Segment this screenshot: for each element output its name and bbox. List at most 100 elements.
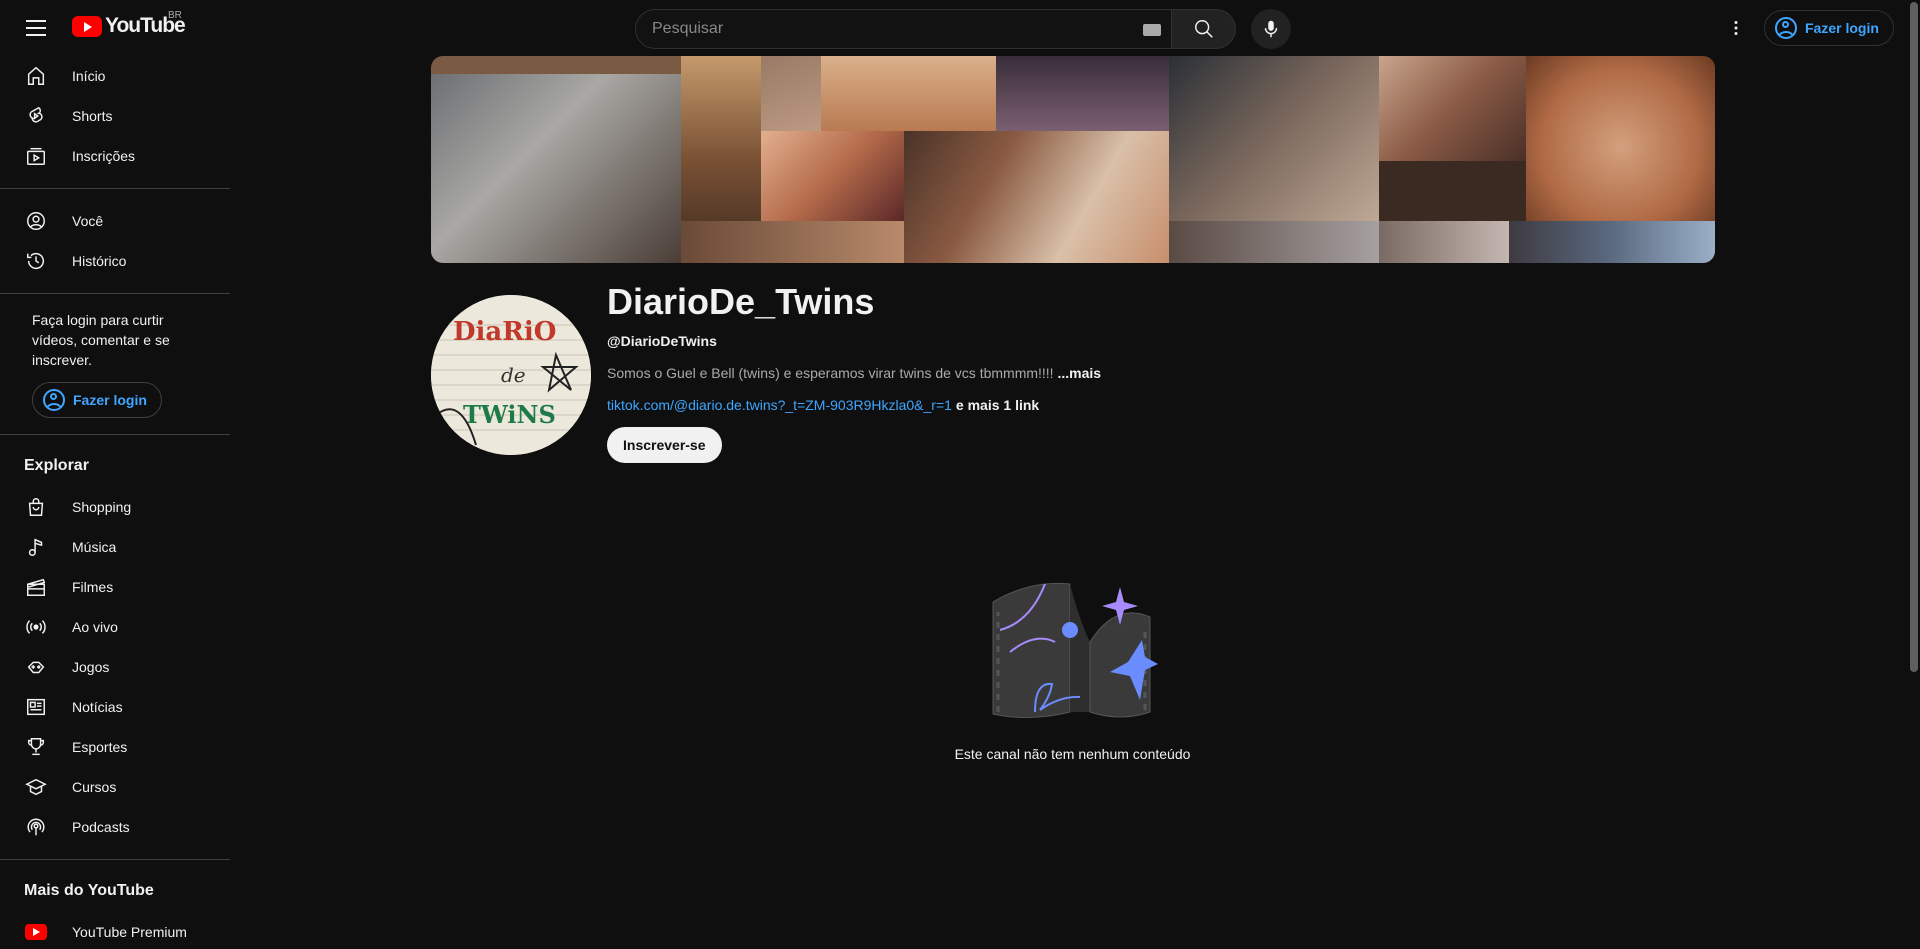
sidebar-item-live[interactable]: Ao vivo <box>0 607 230 647</box>
divider <box>0 188 230 189</box>
page-scrollbar[interactable] <box>1908 0 1920 949</box>
banner-photo <box>821 56 996 131</box>
sidebar-item-shorts[interactable]: Shorts <box>0 96 230 136</box>
search-button[interactable] <box>1172 9 1236 49</box>
account-icon <box>43 389 65 411</box>
sidebar-item-label: Shopping <box>72 499 132 515</box>
channel-avatar-image: DiaRiO de TWiNS <box>431 295 591 455</box>
sidebar-item-label: Inscrições <box>72 148 136 164</box>
search-icon <box>1194 20 1213 38</box>
sign-in-label: Fazer login <box>1805 20 1879 36</box>
sidebar-main-section: Início Shorts Inscrições <box>0 56 230 176</box>
login-prompt-text: Faça login para curtir vídeos, comentar … <box>32 312 170 368</box>
sidebar-item-label: YouTube Premium <box>72 924 187 940</box>
sidebar-item-history[interactable]: Histórico <box>0 241 230 281</box>
sidebar: Início Shorts Inscrições Você Histórico … <box>0 56 230 949</box>
home-icon <box>27 66 45 85</box>
search-box[interactable] <box>635 9 1172 49</box>
more-from-youtube-heading: Mais do YouTube <box>24 882 154 899</box>
banner-photo <box>431 56 681 74</box>
sidebar-item-label: Música <box>72 539 117 555</box>
channel-description-text: Somos o Guel e Bell (twins) e esperamos … <box>607 365 1058 381</box>
sidebar-item-home[interactable]: Início <box>0 56 230 96</box>
empty-channel-illustration <box>990 572 1160 722</box>
sidebar-item-gaming[interactable]: Jogos <box>0 647 230 687</box>
sidebar-login-section: Faça login para curtir vídeos, comentar … <box>0 306 230 418</box>
banner-photo <box>761 131 904 221</box>
sidebar-item-label: Ao vivo <box>72 619 118 635</box>
sidebar-you-section: Você Histórico <box>0 201 230 281</box>
channel-avatar: DiaRiO de TWiNS <box>431 295 591 455</box>
sidebar-more-section: Mais do YouTube YouTube Premium <box>0 872 230 949</box>
banner-photo <box>1379 221 1509 263</box>
scrollbar-thumb[interactable] <box>1910 2 1918 672</box>
history-icon <box>27 253 45 270</box>
sidebar-item-you[interactable]: Você <box>0 201 230 241</box>
sidebar-item-shopping[interactable]: Shopping <box>0 487 230 527</box>
shopping-icon <box>28 498 44 516</box>
avatar-word-2: de <box>501 363 526 387</box>
keyboard-icon[interactable] <box>1143 24 1161 36</box>
subscribe-button[interactable]: Inscrever-se <box>607 427 722 463</box>
sidebar-item-sports[interactable]: Esportes <box>0 727 230 767</box>
more-links-button[interactable]: e mais 1 link <box>956 397 1039 413</box>
account-icon <box>1775 17 1797 39</box>
top-bar: YouTube BR Fazer login <box>0 0 1920 56</box>
youtube-play-icon <box>72 15 102 37</box>
sidebar-item-label: Jogos <box>72 659 110 675</box>
banner-photo <box>431 74 681 263</box>
sidebar-sign-in-button[interactable]: Fazer login <box>32 382 162 418</box>
banner-photo <box>1169 56 1379 221</box>
channel-handle: @DiarioDeTwins <box>607 333 717 349</box>
channel-links: tiktok.com/@diario.de.twins?_t=ZM-903R9H… <box>607 397 1039 413</box>
shorts-icon <box>29 106 43 123</box>
gaming-icon <box>27 661 45 674</box>
channel-name: DiarioDe_Twins <box>607 281 875 322</box>
sidebar-item-podcasts[interactable]: Podcasts <box>0 807 230 847</box>
podcasts-icon <box>27 818 45 836</box>
news-icon <box>27 698 45 716</box>
description-more-link[interactable]: ...mais <box>1057 365 1101 381</box>
banner-photo <box>1169 221 1379 263</box>
sidebar-item-label: Notícias <box>72 699 123 715</box>
sidebar-item-movies[interactable]: Filmes <box>0 567 230 607</box>
banner-photo <box>1509 221 1715 263</box>
banner-photo <box>1526 56 1715 221</box>
subscriptions-icon <box>27 147 45 165</box>
sidebar-item-label: Podcasts <box>72 819 130 835</box>
search-input[interactable] <box>652 20 1112 38</box>
music-icon <box>28 538 43 556</box>
sidebar-item-courses[interactable]: Cursos <box>0 767 230 807</box>
sidebar-item-youtube-premium[interactable]: YouTube Premium <box>0 912 230 949</box>
channel-external-link[interactable]: tiktok.com/@diario.de.twins?_t=ZM-903R9H… <box>607 397 952 413</box>
sidebar-item-label: Filmes <box>72 579 114 595</box>
sidebar-item-label: Shorts <box>72 108 113 124</box>
explore-heading: Explorar <box>24 457 89 474</box>
sidebar-item-news[interactable]: Notícias <box>0 687 230 727</box>
divider <box>0 293 230 294</box>
youtube-logo[interactable]: YouTube BR <box>72 10 186 38</box>
avatar-word-3: TWiNS <box>463 400 556 429</box>
sidebar-item-label: Início <box>72 68 106 84</box>
channel-description[interactable]: Somos o Guel e Bell (twins) e esperamos … <box>607 365 1101 381</box>
sidebar-item-label: Esportes <box>72 739 128 755</box>
menu-icon[interactable] <box>20 12 52 44</box>
sidebar-item-subscriptions[interactable]: Inscrições <box>0 136 230 176</box>
sign-in-button[interactable]: Fazer login <box>1764 10 1894 46</box>
divider <box>0 859 230 860</box>
country-code: BR <box>168 10 182 21</box>
avatar-word-1: DiaRiO <box>453 317 556 347</box>
youtube-premium-icon <box>25 924 47 940</box>
empty-channel-message: Este canal não tem nenhum conteúdo <box>954 746 1191 762</box>
sports-icon <box>27 738 45 756</box>
sidebar-explore-section: Explorar Shopping Música Filmes Ao vivo … <box>0 447 230 847</box>
settings-menu-button[interactable] <box>1720 12 1752 44</box>
divider <box>0 434 230 435</box>
sign-in-label: Fazer login <box>73 392 147 408</box>
you-icon <box>27 212 45 230</box>
live-icon <box>26 620 46 634</box>
voice-search-button[interactable] <box>1251 9 1291 49</box>
sidebar-item-music[interactable]: Música <box>0 527 230 567</box>
banner-photo <box>681 221 904 263</box>
sidebar-item-label: Você <box>72 213 104 229</box>
